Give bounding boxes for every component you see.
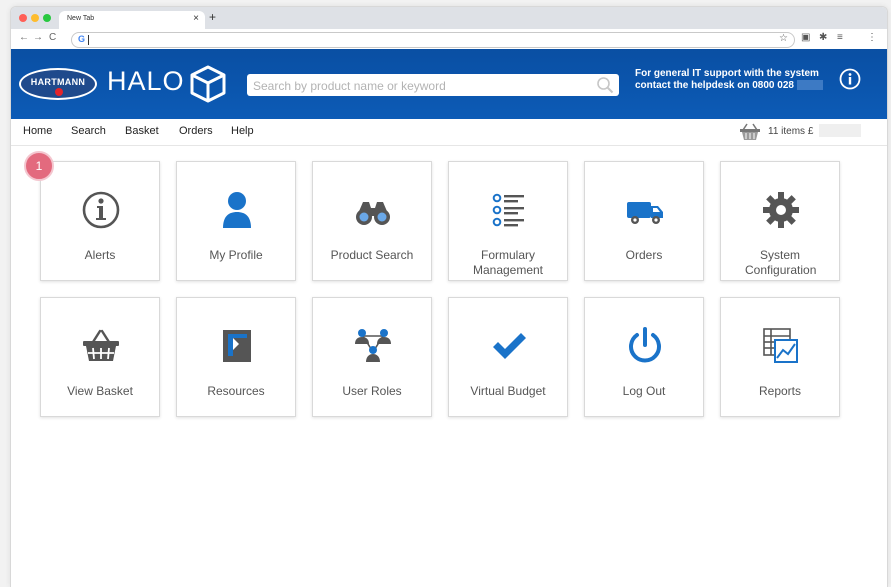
maximize-window-button[interactable] [43,14,51,22]
extension-icon[interactable]: ▣ [801,32,810,43]
tile-reports[interactable]: Reports [720,297,840,417]
power-icon [629,327,661,363]
hartmann-logo[interactable]: HARTMANN [19,68,97,100]
alerts-count-badge: 1 [24,151,54,181]
hartmann-logo-text: HARTMANN [30,77,86,87]
address-bar[interactable]: G ☆ [71,32,795,48]
tile-label: My Profile [209,248,263,262]
tile-label: Resources [207,384,265,398]
tile-alerts[interactable]: Alerts [40,161,160,281]
tile-label: Alerts [84,248,116,262]
tile-label: Orders [625,248,663,262]
truck-icon [627,202,663,224]
tile-log-out[interactable]: Log Out [584,297,704,417]
hartmann-cross-icon [55,88,63,96]
tile-label: View Basket [67,384,133,398]
tile-label: System Configuration [745,248,817,277]
basket-icon [83,329,119,361]
tile-label: Product Search [330,248,414,262]
menu-home[interactable]: Home [23,125,52,137]
basket-summary[interactable]: 11 items £ [768,126,813,137]
tab-title: New Tab [67,15,95,22]
back-icon[interactable]: ← [19,32,29,43]
tile-my-profile[interactable]: My Profile [176,161,296,281]
menu-basket[interactable]: Basket [125,125,159,137]
report-chart-icon [763,328,798,363]
support-line-2: contact the helpdesk on 0800 028 [635,80,794,91]
tile-product-search[interactable]: Product Search [312,161,432,281]
reload-icon[interactable]: C [49,32,56,43]
redacted-phone [796,80,823,91]
tile-label: Log Out [622,384,666,398]
menu-help[interactable]: Help [231,125,254,137]
search-icon[interactable] [596,76,614,94]
puzzle-icon[interactable]: ✱ [819,32,827,43]
tile-view-basket[interactable]: View Basket [40,297,160,417]
forward-icon[interactable]: → [33,32,43,43]
tab-close-icon[interactable]: × [193,13,199,24]
main-menu: Home Search Basket Orders Help 11 items … [11,119,887,146]
tile-orders[interactable]: Orders [584,161,704,281]
tile-label: Formulary Management [472,248,544,277]
tile-user-roles[interactable]: User Roles [312,297,432,417]
google-icon: G [78,34,86,44]
menu-orders[interactable]: Orders [179,125,213,137]
tile-virtual-budget[interactable]: Virtual Budget [448,297,568,417]
redacted-basket-total [819,124,861,137]
product-search-box [247,74,619,96]
tile-label: Virtual Budget [470,384,546,398]
app-header: HARTMANN HALO For general IT support wit… [11,49,887,119]
tab-strip: New Tab × + [11,7,887,29]
cube-icon [190,65,226,103]
tile-formulary-management[interactable]: Formulary Management [448,161,568,281]
users-network-icon [355,329,391,362]
minimize-window-button[interactable] [31,14,39,22]
browser-toolbar: ← → C G ☆ ▣ ✱ ≡ ⋮ [11,29,887,50]
helpdesk-notice: For general IT support with the system c… [635,68,835,92]
tile-label: Reports [758,384,802,398]
extension-icon[interactable]: ≡ [837,32,843,43]
bookmark-star-icon[interactable]: ☆ [779,33,788,44]
binoculars-icon [356,202,390,225]
new-tab-icon[interactable]: + [209,10,216,24]
basket-icon[interactable] [739,122,761,142]
browser-tab[interactable]: New Tab × [59,11,205,29]
checkmark-icon [493,333,526,359]
support-line-1: For general IT support with the system [635,68,819,79]
text-cursor [88,35,89,45]
app-name: HALO [107,66,185,96]
info-icon[interactable] [839,68,861,90]
browser-window: New Tab × + ← → C G ☆ ▣ ✱ ≡ ⋮ HARTMANN H… [10,6,888,587]
tile-resources[interactable]: Resources [176,297,296,417]
user-icon [223,192,251,228]
gear-icon [763,192,799,228]
browser-menu-icon[interactable]: ⋮ [867,32,877,43]
list-icon [492,193,524,227]
tile-label: User Roles [342,384,402,398]
document-icon [223,330,251,362]
menu-search[interactable]: Search [71,125,106,137]
product-search-input[interactable] [251,76,585,96]
tile-system-configuration[interactable]: System Configuration [720,161,840,281]
close-window-button[interactable] [19,14,27,22]
info-circle-icon [82,191,120,229]
